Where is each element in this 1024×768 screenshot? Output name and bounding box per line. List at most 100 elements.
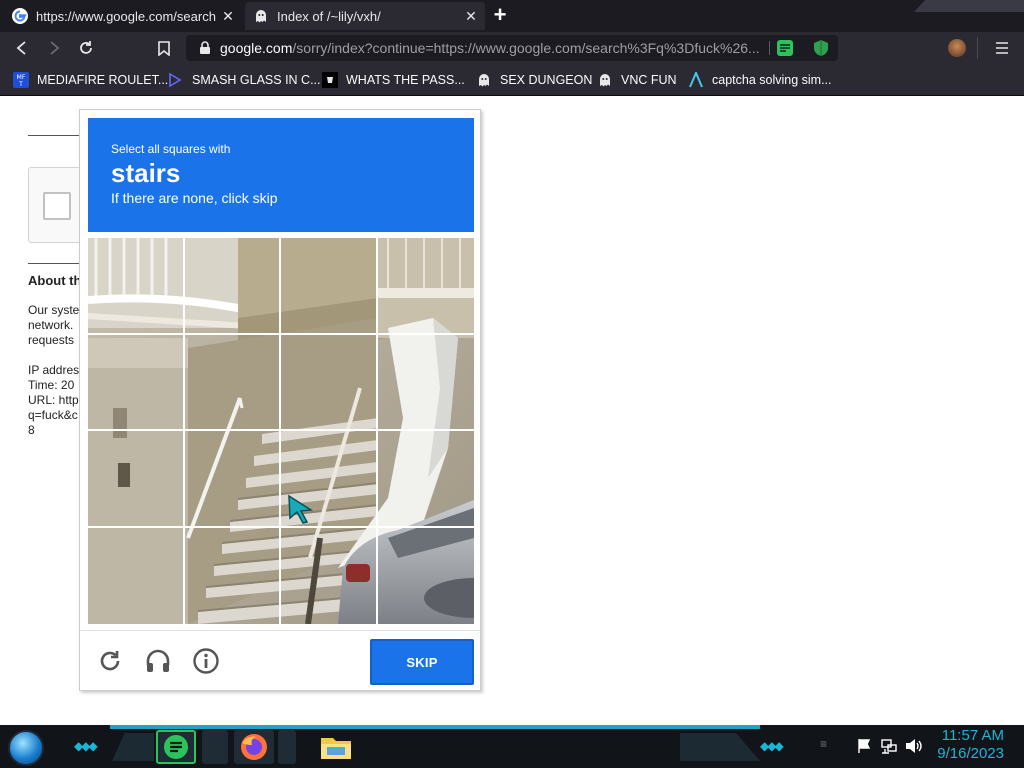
grid-tile[interactable] [281, 238, 378, 335]
bookmark-mediafire[interactable]: MF T MEDIAFIRE ROULET... [13, 71, 168, 89]
taskbar-slot [202, 730, 228, 764]
mediafire-icon: MFT [13, 72, 29, 88]
mouse-cursor-icon [288, 494, 313, 524]
flag-icon[interactable] [857, 738, 873, 754]
grid-tile[interactable] [281, 334, 378, 431]
reload-button[interactable] [74, 36, 98, 60]
tab-index-lily[interactable]: Index of /~lily/vxh/ ✕ [245, 2, 485, 30]
about-heading: About th [28, 273, 82, 288]
hamburger-menu-icon [996, 42, 1008, 54]
grid-tile[interactable] [88, 527, 185, 624]
bookmark-icon [158, 40, 170, 56]
forward-button[interactable] [42, 36, 66, 60]
bookmark-sex-dungeon[interactable]: SEX DUNGEON [476, 71, 592, 89]
taskbar-decor [680, 733, 760, 761]
bookmark-captcha-solving[interactable]: captcha solving sim... [688, 71, 832, 89]
folder-icon [321, 738, 351, 759]
notes-extension-icon[interactable] [776, 39, 794, 57]
url-line-cont: q=fuck&c [28, 408, 78, 422]
lock-icon [200, 41, 210, 54]
captcha-footer: SKIP [80, 630, 480, 690]
taskbar-file-explorer[interactable] [318, 730, 354, 764]
network-icon[interactable] [881, 738, 897, 754]
ghost-icon [600, 74, 610, 87]
bookmark-whats-the-pass[interactable]: WHATS THE PASS... [322, 71, 465, 89]
grid-tile[interactable] [377, 431, 474, 528]
url-text: google.com/sorry/index?continue=https://… [220, 40, 760, 56]
url-bar[interactable]: google.com/sorry/index?continue=https://… [186, 35, 838, 61]
nav-toolbar: google.com/sorry/index?continue=https://… [0, 32, 1024, 64]
taskbar-notes-app[interactable] [156, 730, 196, 764]
grid-tile[interactable] [184, 431, 281, 528]
captcha-image-grid [88, 238, 474, 624]
taskbar-firefox[interactable] [234, 730, 274, 764]
ghost-icon [479, 74, 489, 87]
window-decoration [914, 0, 1024, 12]
grid-tile[interactable] [377, 335, 474, 431]
new-tab-button[interactable]: + [488, 4, 512, 27]
ghost-icon [256, 10, 266, 23]
grid-tile[interactable] [281, 527, 378, 624]
decor-chevrons: ◆◆◆ [760, 739, 784, 753]
tile-grid [88, 238, 474, 624]
forward-arrow-icon [50, 41, 60, 55]
body-text-line: requests [28, 333, 75, 347]
recaptcha-checkbox[interactable] [43, 192, 71, 220]
system-clock[interactable]: 11:57 AM 9/16/2023 [937, 727, 1004, 763]
tab-close-icon[interactable]: ✕ [220, 8, 236, 24]
app-menu-button[interactable] [990, 36, 1014, 60]
bookmark-vnc-fun[interactable]: VNC FUN [597, 71, 677, 89]
grid-tile[interactable] [88, 238, 185, 335]
url-divider [769, 41, 770, 55]
grid-tile[interactable] [377, 238, 474, 335]
tab-google-search[interactable]: https://www.google.com/search?q ✕ [4, 2, 242, 30]
captcha-instructions: Select all squares with stairs If there … [88, 118, 474, 232]
tab-close-icon[interactable]: ✕ [463, 8, 479, 24]
taskbar-accent-bar [110, 725, 760, 729]
captcha-challenge: Select all squares with stairs If there … [79, 109, 481, 691]
instruction-text: Select all squares with [111, 142, 231, 156]
body-text-line: network. [28, 318, 74, 332]
grid-tile[interactable] [378, 528, 475, 625]
bookmark-label: captcha solving sim... [712, 73, 832, 87]
svg-text:MF: MF [17, 74, 26, 81]
grid-tile[interactable] [88, 431, 185, 528]
toolbar-divider [977, 37, 978, 59]
clock-time: 11:57 AM [941, 727, 1004, 744]
tray-decor: ≡ [820, 737, 828, 751]
tab-title: https://www.google.com/search?q [36, 8, 216, 24]
reload-challenge-icon[interactable] [96, 647, 124, 675]
bookmark-smash-glass[interactable]: SMASH GLASS IN C... [168, 71, 321, 89]
bookmark-label: SEX DUNGEON [500, 73, 593, 87]
taskbar-decor [112, 733, 154, 761]
reload-icon [80, 41, 92, 54]
grid-tile[interactable] [184, 238, 281, 335]
arrow-logo-icon [689, 72, 703, 88]
bookmark-label: VNC FUN [621, 73, 677, 87]
back-arrow-icon [16, 41, 26, 55]
tab-title: Index of /~lily/vxh/ [277, 8, 381, 24]
bookmark-button[interactable] [152, 36, 176, 60]
google-icon [12, 8, 28, 24]
profile-avatar[interactable] [948, 39, 966, 57]
clock-date: 9/16/2023 [937, 745, 1004, 762]
bookmark-label: SMASH GLASS IN C... [192, 73, 321, 87]
bookmark-label: MEDIAFIRE ROULET... [37, 73, 169, 87]
bookmarks-bar: MF T MEDIAFIRE ROULET... SMASH GLASS IN C… [0, 64, 1024, 96]
volume-icon[interactable] [905, 738, 923, 754]
grid-tile[interactable] [88, 334, 185, 431]
back-button[interactable] [10, 36, 34, 60]
terminal-icon [322, 72, 338, 88]
code-icon [169, 72, 182, 88]
body-text-line: Our syste [28, 303, 80, 317]
skip-button[interactable]: SKIP [370, 639, 474, 685]
time-line: Time: 20 [28, 378, 75, 392]
grid-tile[interactable] [184, 334, 281, 431]
url-path: /sorry/index?continue=https://www.google… [292, 40, 760, 56]
headphones-icon[interactable] [144, 647, 172, 675]
grid-tile[interactable] [185, 527, 281, 624]
info-icon[interactable] [192, 647, 220, 675]
taskbar-slot [278, 730, 296, 764]
start-button[interactable] [8, 730, 44, 766]
shield-extension-icon[interactable] [812, 39, 830, 57]
